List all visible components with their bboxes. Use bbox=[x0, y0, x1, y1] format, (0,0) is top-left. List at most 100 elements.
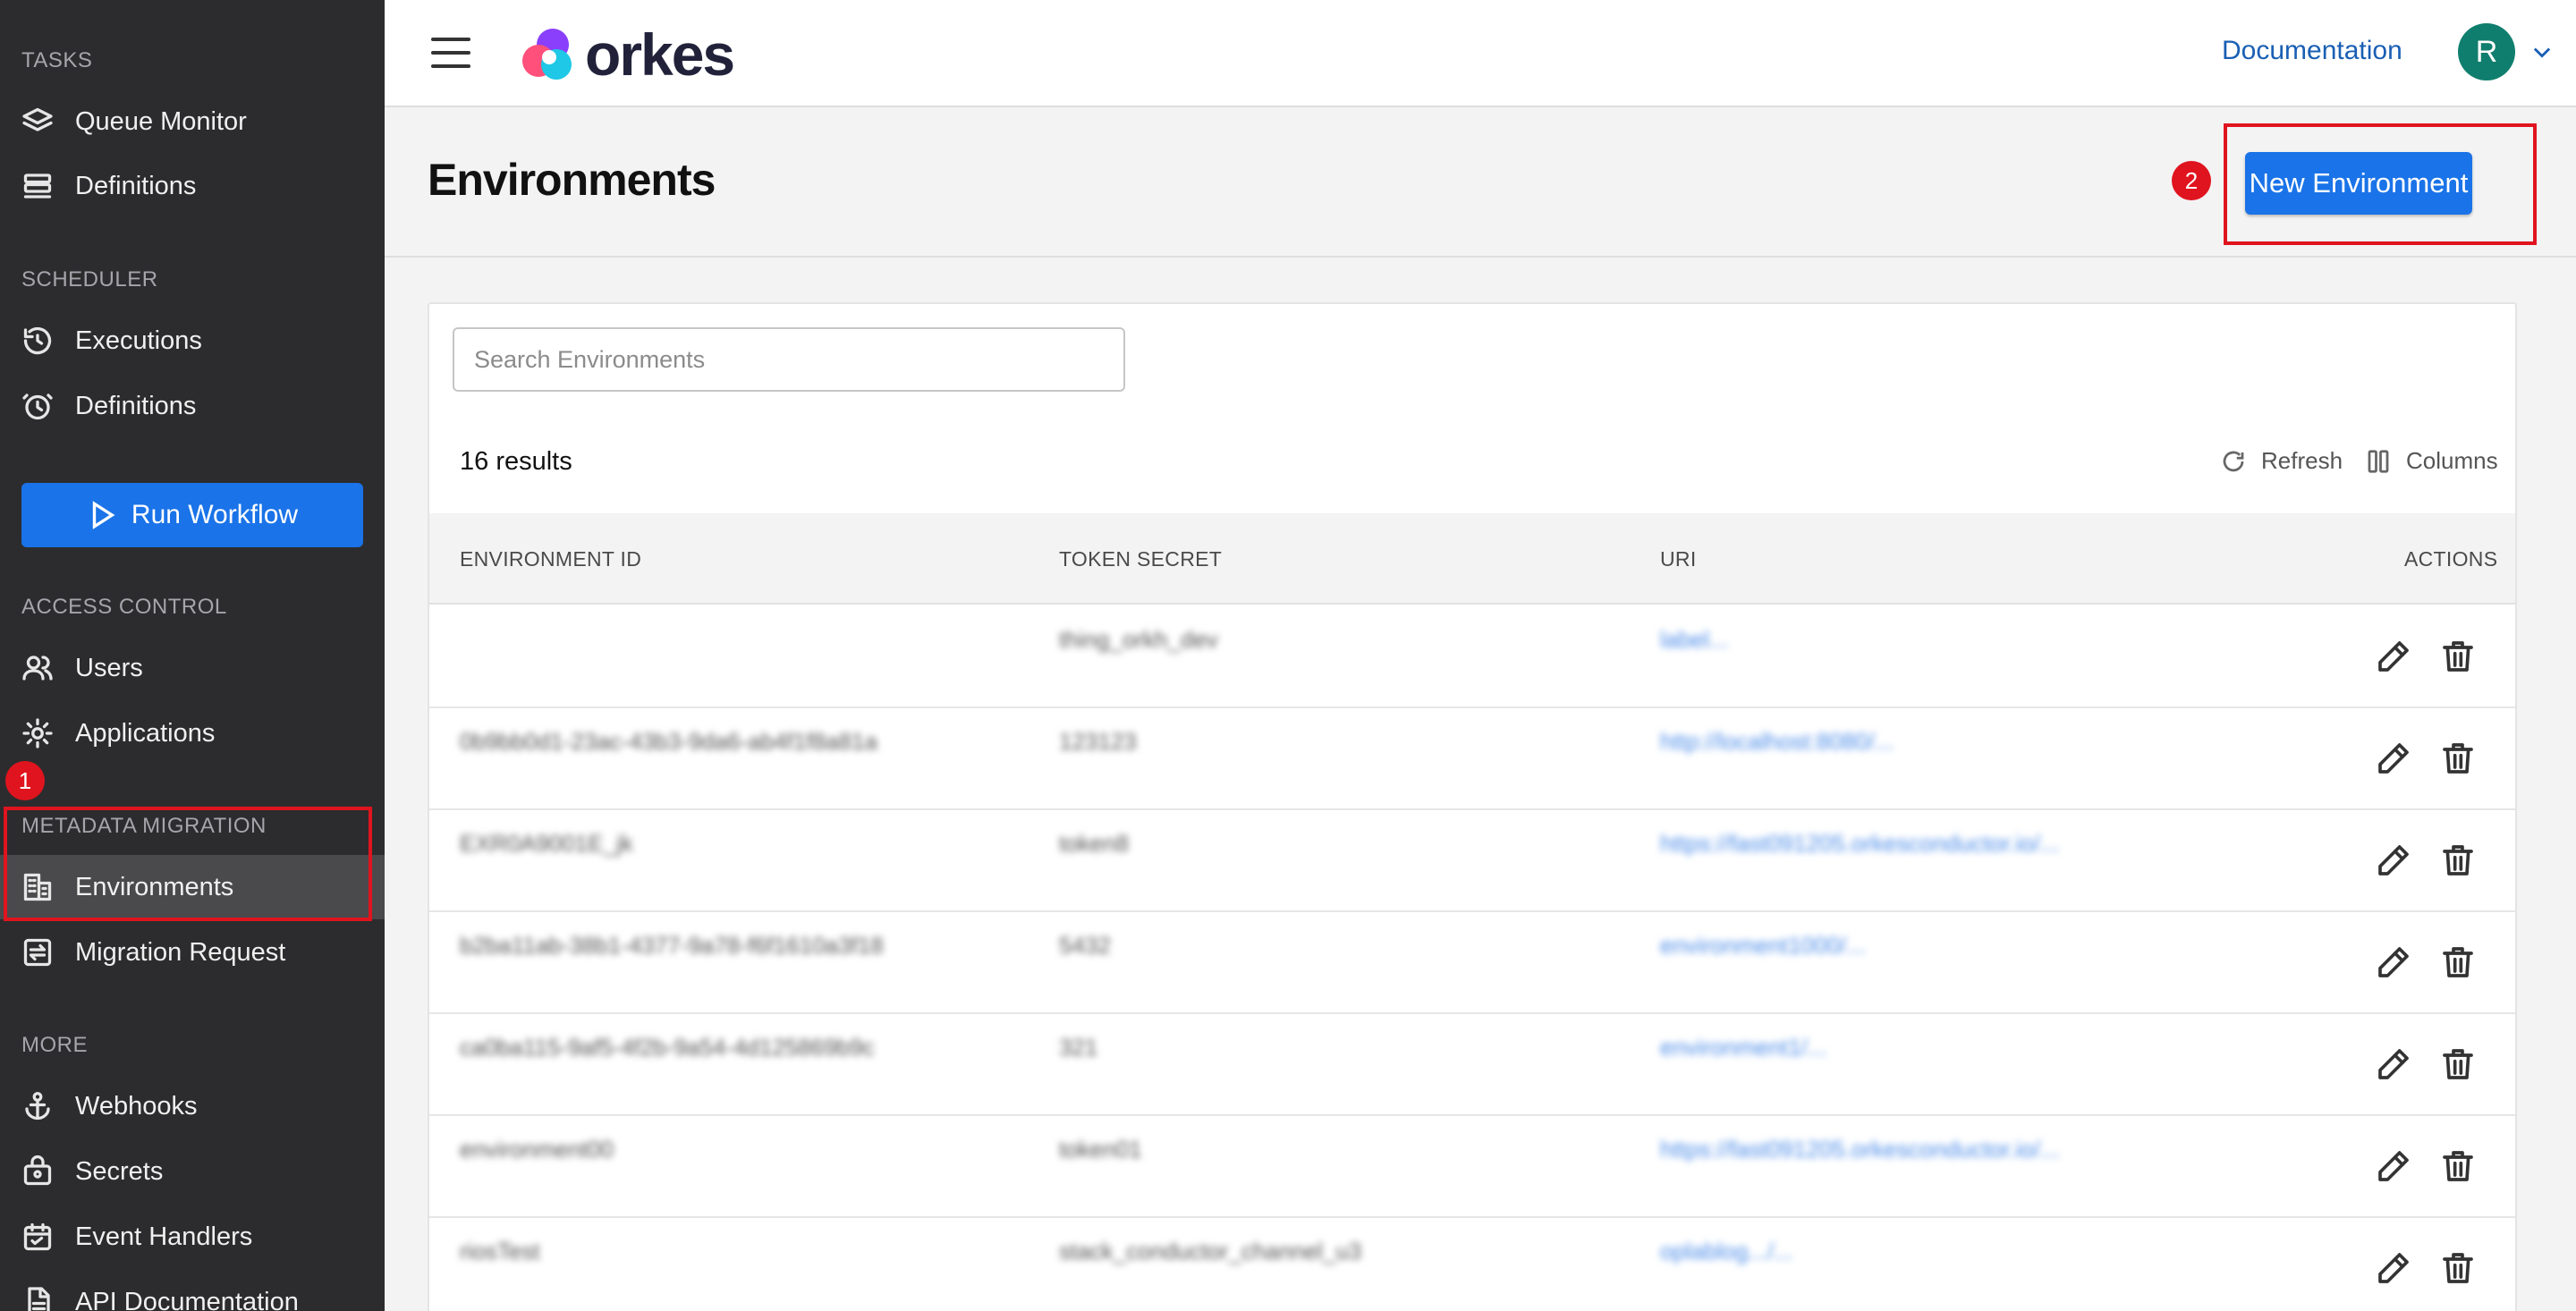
delete-icon[interactable] bbox=[2440, 1250, 2476, 1286]
search-input[interactable] bbox=[453, 327, 1125, 392]
delete-icon[interactable] bbox=[2440, 1148, 2476, 1184]
anchor-icon bbox=[21, 1090, 54, 1122]
calendar-icon bbox=[21, 1221, 54, 1253]
table-row[interactable]: riosTest stack_conductor_channel_u3 oplabl… bbox=[429, 1218, 2515, 1311]
swap-icon bbox=[21, 936, 54, 968]
environments-table-card: 16 results Refresh Columns ENVIRONMENT I… bbox=[428, 302, 2517, 1311]
uri-link[interactable]: https://fast091205.orkesconductor.io/... bbox=[1660, 1136, 2060, 1163]
gear-icon bbox=[21, 717, 54, 749]
run-workflow-label: Run Workflow bbox=[131, 500, 299, 529]
uri-link[interactable]: oplablog.../... bbox=[1660, 1238, 1793, 1265]
delete-icon[interactable] bbox=[2440, 944, 2476, 980]
documentation-link[interactable]: Documentation bbox=[2222, 36, 2402, 66]
table-row[interactable]: environment00 token01 https://fast091205.o… bbox=[429, 1116, 2515, 1218]
highlight-box-environments bbox=[4, 807, 372, 921]
play-icon bbox=[92, 501, 115, 529]
history-icon bbox=[21, 325, 54, 357]
step-badge-2: 2 bbox=[2172, 161, 2211, 200]
table-row[interactable]: EXR0A9001E_jk token8 https://fast091205.or… bbox=[429, 810, 2515, 912]
highlight-box-new-environment bbox=[2224, 123, 2537, 245]
sidebar-item-migration-request[interactable]: Migration Request bbox=[0, 920, 385, 985]
orkes-logo-icon bbox=[522, 29, 572, 80]
sidebar-item-applications[interactable]: Applications bbox=[0, 701, 385, 765]
sidebar: TASKS Queue Monitor Definitions SCHEDULE… bbox=[0, 0, 385, 1311]
token-secret-cell: 321 bbox=[1059, 1034, 1098, 1061]
column-header-environment-id[interactable]: ENVIRONMENT ID bbox=[460, 547, 641, 571]
edit-icon[interactable] bbox=[2376, 1250, 2411, 1286]
table-row[interactable]: ca0ba115-9af5-4f2b-9a54-4d125869b9c 321 en… bbox=[429, 1014, 2515, 1116]
sidebar-item-event-handlers[interactable]: Event Handlers bbox=[0, 1205, 385, 1269]
orkes-logo[interactable]: orkes bbox=[517, 21, 735, 88]
section-scheduler: SCHEDULER bbox=[21, 267, 158, 292]
sidebar-item-label: Executions bbox=[75, 326, 202, 355]
sidebar-item-executions[interactable]: Executions bbox=[0, 309, 385, 373]
uri-link[interactable]: environment1/... bbox=[1660, 1034, 1826, 1061]
environment-id-cell: EXR0A9001E_jk bbox=[460, 830, 633, 857]
alarm-clock-icon bbox=[21, 390, 54, 422]
sidebar-item-users[interactable]: Users bbox=[0, 636, 385, 700]
sidebar-item-label: Migration Request bbox=[75, 937, 286, 967]
avatar[interactable]: R bbox=[2458, 23, 2515, 80]
token-secret-cell: 5432 bbox=[1059, 932, 1111, 959]
logo-text: orkes bbox=[585, 21, 735, 88]
column-header-uri[interactable]: URI bbox=[1660, 547, 1697, 571]
sidebar-item-label: Users bbox=[75, 653, 143, 682]
sidebar-item-label: Secrets bbox=[75, 1156, 164, 1186]
edit-icon[interactable] bbox=[2376, 740, 2411, 776]
table-row[interactable]: b2ba11ab-38b1-4377-9a78-f6f1610a3f18 5432… bbox=[429, 912, 2515, 1014]
delete-icon[interactable] bbox=[2440, 740, 2476, 776]
edit-icon[interactable] bbox=[2376, 1148, 2411, 1184]
uri-link[interactable]: label... bbox=[1660, 626, 1729, 654]
table-header: ENVIRONMENT ID TOKEN SECRET URI ACTIONS bbox=[429, 513, 2515, 605]
run-workflow-button[interactable]: Run Workflow bbox=[21, 483, 363, 547]
section-more: MORE bbox=[21, 1033, 88, 1057]
edit-icon[interactable] bbox=[2376, 639, 2411, 674]
columns-button[interactable]: Columns bbox=[2365, 447, 2498, 475]
sidebar-item-webhooks[interactable]: Webhooks bbox=[0, 1074, 385, 1138]
refresh-icon bbox=[2223, 451, 2244, 471]
sidebar-item-task-definitions[interactable]: Definitions bbox=[0, 154, 385, 218]
sidebar-item-label: Webhooks bbox=[75, 1091, 198, 1121]
list-icon bbox=[21, 170, 54, 202]
refresh-label: Refresh bbox=[2261, 447, 2343, 474]
table-row[interactable]: 0b9bb0d1-23ac-43b3-9da6-ab4f1f8a81a 12312… bbox=[429, 708, 2515, 810]
token-secret-cell: 123123 bbox=[1059, 728, 1137, 755]
edit-icon[interactable] bbox=[2376, 944, 2411, 980]
results-count: 16 results bbox=[460, 447, 572, 476]
chevron-down-icon[interactable] bbox=[2529, 39, 2555, 64]
sidebar-item-label: Definitions bbox=[75, 391, 197, 420]
page-title: Environments bbox=[428, 155, 716, 205]
token-secret-cell: token01 bbox=[1059, 1136, 1142, 1163]
delete-icon[interactable] bbox=[2440, 1046, 2476, 1082]
sidebar-item-scheduler-definitions[interactable]: Definitions bbox=[0, 374, 385, 438]
refresh-button[interactable]: Refresh bbox=[2220, 447, 2343, 475]
sidebar-item-secrets[interactable]: Secrets bbox=[0, 1139, 385, 1204]
delete-icon[interactable] bbox=[2440, 639, 2476, 674]
columns-icon bbox=[2368, 449, 2389, 473]
layers-icon bbox=[21, 106, 54, 138]
environment-id-cell: riosTest bbox=[460, 1238, 540, 1264]
uri-link[interactable]: environment1000/... bbox=[1660, 932, 1866, 960]
delete-icon[interactable] bbox=[2440, 842, 2476, 878]
environment-id-cell: ca0ba115-9af5-4f2b-9a54-4d125869b9c bbox=[460, 1034, 875, 1061]
uri-link[interactable]: https://fast091205.orkesconductor.io/... bbox=[1660, 830, 2060, 858]
token-secret-cell: thing_orkh_dev bbox=[1059, 626, 1218, 653]
sidebar-item-label: Definitions bbox=[75, 171, 197, 200]
edit-icon[interactable] bbox=[2376, 1046, 2411, 1082]
top-header: orkes Documentation R bbox=[385, 0, 2576, 107]
sidebar-item-api-documentation[interactable]: API Documentation bbox=[0, 1270, 385, 1311]
sidebar-item-label: API Documentation bbox=[75, 1287, 299, 1311]
columns-label: Columns bbox=[2406, 447, 2498, 474]
document-icon bbox=[21, 1286, 54, 1311]
step-badge-1: 1 bbox=[5, 761, 45, 800]
column-header-token-secret[interactable]: TOKEN SECRET bbox=[1059, 547, 1222, 571]
lock-bag-icon bbox=[21, 1155, 54, 1188]
token-secret-cell: stack_conductor_channel_u3 bbox=[1059, 1238, 1362, 1264]
environment-id-cell: 0b9bb0d1-23ac-43b3-9da6-ab4f1f8a81a bbox=[460, 728, 877, 755]
uri-link[interactable]: http://localhost:8080/... bbox=[1660, 728, 1894, 756]
menu-icon[interactable] bbox=[431, 38, 470, 70]
sidebar-item-label: Applications bbox=[75, 718, 216, 748]
sidebar-item-queue-monitor[interactable]: Queue Monitor bbox=[0, 89, 385, 154]
edit-icon[interactable] bbox=[2376, 842, 2411, 878]
table-row[interactable]: thing_orkh_dev label... bbox=[429, 606, 2515, 708]
